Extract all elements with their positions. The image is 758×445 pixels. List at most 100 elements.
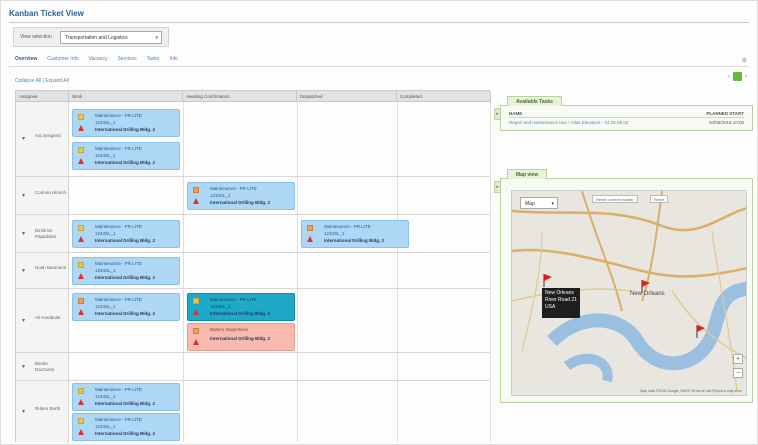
page-title: Kanban Ticket View (9, 9, 84, 18)
column-header-row: Assignee Work Awaiting Confirmation Disp… (16, 91, 491, 102)
chevron-right-icon[interactable]: ▸ (494, 181, 501, 193)
ticket-location: International Drilling Bldg. 2 (210, 200, 271, 205)
ticket-id: 1234SL_1 (324, 231, 345, 236)
expand-toggle-icon[interactable]: ▾ (22, 192, 25, 199)
priority-icon (78, 429, 84, 435)
assignee-name: Noah Baumann (35, 264, 67, 270)
tasks-header-start: PLANNED START (706, 111, 744, 116)
row-header: ▾ not assigned (16, 102, 69, 176)
ticket-type-icon (78, 147, 84, 153)
zoom-out-button[interactable]: − (733, 368, 743, 378)
expand-toggle-icon[interactable]: ▾ (22, 363, 25, 370)
ticket-location: International Drilling Bldg. 2 (324, 238, 385, 243)
priority-icon (78, 309, 84, 315)
expand-toggle-icon[interactable]: ▾ (22, 408, 25, 415)
zoom-in-button[interactable]: + (733, 354, 743, 364)
ticket-card[interactable]: Maintenance - PR LITE 1234SL_1 Internati… (72, 142, 180, 170)
tab-services[interactable]: Services (117, 56, 136, 62)
map-attribution: Map data ©2018 Google, INEGI Terms of Us… (640, 389, 742, 393)
column-header-assignee: Assignee (16, 91, 69, 102)
ticket-title: Maintenance - PR LITE (95, 146, 142, 151)
ticket-location: International Drilling Bldg. 2 (210, 311, 271, 316)
column-header-awaiting: Awaiting Confirmation (183, 91, 297, 102)
map-type-value: Map (525, 201, 535, 207)
reset-map-button[interactable]: Reset (650, 195, 669, 203)
ticket-title: Maintenance - PR LITE (324, 224, 371, 229)
title-divider (9, 22, 749, 23)
map-marker-icon[interactable] (640, 279, 650, 293)
available-tasks-tab[interactable]: Available Tasks (507, 96, 562, 106)
ticket-id: 1234SL_1 (210, 304, 231, 309)
board-navigation: ‹ › (728, 72, 747, 81)
ticket-type-icon (78, 262, 84, 268)
ticket-location: International Drilling Bldg. 2 (95, 275, 156, 280)
assignee-name: not assigned (35, 133, 61, 138)
refresh-icon[interactable] (733, 72, 742, 81)
ticket-location: International Drilling Bldg. 2 (95, 238, 156, 243)
chevron-right-icon[interactable]: › (745, 74, 747, 80)
ticket-id: 1234SL_1 (95, 120, 116, 125)
tooltip-line: River Road 21 (545, 297, 577, 303)
tab-customer-info[interactable]: Customer Info (47, 56, 78, 62)
row-header: ▾ Benito Dazzardo (16, 353, 69, 380)
priority-icon (78, 125, 84, 131)
row-header: ▾ Ruben Barth (16, 381, 69, 443)
ticket-card[interactable]: Maintenance - PR LITE 1234SL_1 Internati… (187, 182, 295, 210)
row-header: ▾ Ali Karabulut (16, 289, 69, 352)
ticket-title: Battery Inspections (210, 327, 249, 332)
ticket-type-icon (193, 328, 199, 334)
row-header: ▾ Corinna Hinrich (16, 177, 69, 214)
ticket-id: 1234SL_1 (95, 304, 116, 309)
tab-info[interactable]: Info (169, 56, 177, 62)
ticket-title: Maintenance - PR LITE (95, 113, 142, 118)
tasks-table-row[interactable]: Repair and maintenance tour / Atlas Elev… (509, 120, 744, 127)
collapse-expand-link[interactable]: Collapse All | Expand All (15, 78, 69, 84)
priority-icon (193, 198, 199, 204)
assignee-name: Corinna Hinrich (35, 189, 67, 195)
ticket-card[interactable]: Maintenance - PR LITE 1234SL_1 Internati… (72, 293, 180, 321)
tab-bar: Overview Customer Info Vacancy Services … (15, 56, 178, 62)
ticket-card[interactable]: Maintenance - PR LITE 1234SL_1 Internati… (301, 220, 409, 248)
expand-toggle-icon[interactable]: ▾ (22, 135, 25, 142)
map-view-tab[interactable]: Map view (507, 169, 548, 179)
ticket-card[interactable]: Maintenance - PR LITE 1234SL_1 Internati… (72, 109, 180, 137)
board-row: ▾ not assigned Maintenance - PR LITE 123… (16, 102, 491, 177)
view-selection-label: View selection (20, 34, 52, 40)
ticket-type-icon (307, 225, 313, 231)
map-marker-icon[interactable] (695, 324, 705, 338)
ticket-title: Maintenance - PR LITE (95, 224, 142, 229)
ticket-card[interactable]: Maintenance - PR LITE 1234SL_1 Internati… (72, 383, 180, 411)
ticket-card[interactable]: Battery Inspections International Drilli… (187, 323, 295, 351)
expand-toggle-icon[interactable]: ▾ (22, 267, 25, 274)
column-header-work: Work (69, 91, 183, 102)
view-select[interactable]: Transportation and Logistics ▾ (60, 31, 162, 44)
ticket-title: Maintenance - PR LITE (95, 417, 142, 422)
ticket-id: 1234SL_1 (95, 268, 116, 273)
map-canvas[interactable]: Map ▾ Reset current marker Reset New Orl… (511, 190, 747, 396)
tab-overview[interactable]: Overview (15, 56, 37, 62)
assignee-name: Ali Karabulut (35, 314, 61, 320)
row-header: ▾ Noah Baumann (16, 253, 69, 288)
ticket-card[interactable]: Maintenance - PR LITE 1234SL_1 Internati… (72, 257, 180, 285)
column-header-completed: Completed (397, 91, 491, 102)
priority-icon (193, 309, 199, 315)
chevron-right-icon[interactable]: ▸ (494, 108, 501, 120)
tab-tasks[interactable]: Tasks (147, 56, 160, 62)
ticket-card[interactable]: Maintenance - PR LITE 1234SL_1 Internati… (187, 293, 295, 321)
tab-vacancy[interactable]: Vacancy (89, 56, 108, 62)
settings-icon[interactable]: ⚙ (742, 57, 747, 64)
expand-toggle-icon[interactable]: ▾ (22, 230, 25, 237)
ticket-type-icon (78, 418, 84, 424)
marker-tooltip: New Orleans River Road 21 USA (542, 288, 580, 318)
map-type-select[interactable]: Map ▾ (520, 197, 558, 209)
ticket-location: International Drilling Bldg. 2 (95, 401, 156, 406)
ticket-type-icon (78, 298, 84, 304)
chevron-left-icon[interactable]: ‹ (728, 74, 730, 80)
expand-toggle-icon[interactable]: ▾ (22, 317, 25, 324)
priority-icon (78, 273, 84, 279)
ticket-card[interactable]: Maintenance - PR LITE 1234SL_1 Internati… (72, 413, 180, 441)
map-marker-icon[interactable] (542, 273, 552, 287)
priority-icon (78, 158, 84, 164)
reset-current-marker-button[interactable]: Reset current marker (592, 195, 638, 203)
ticket-card[interactable]: Maintenance - PR LITE 1234SL_1 Internati… (72, 220, 180, 248)
